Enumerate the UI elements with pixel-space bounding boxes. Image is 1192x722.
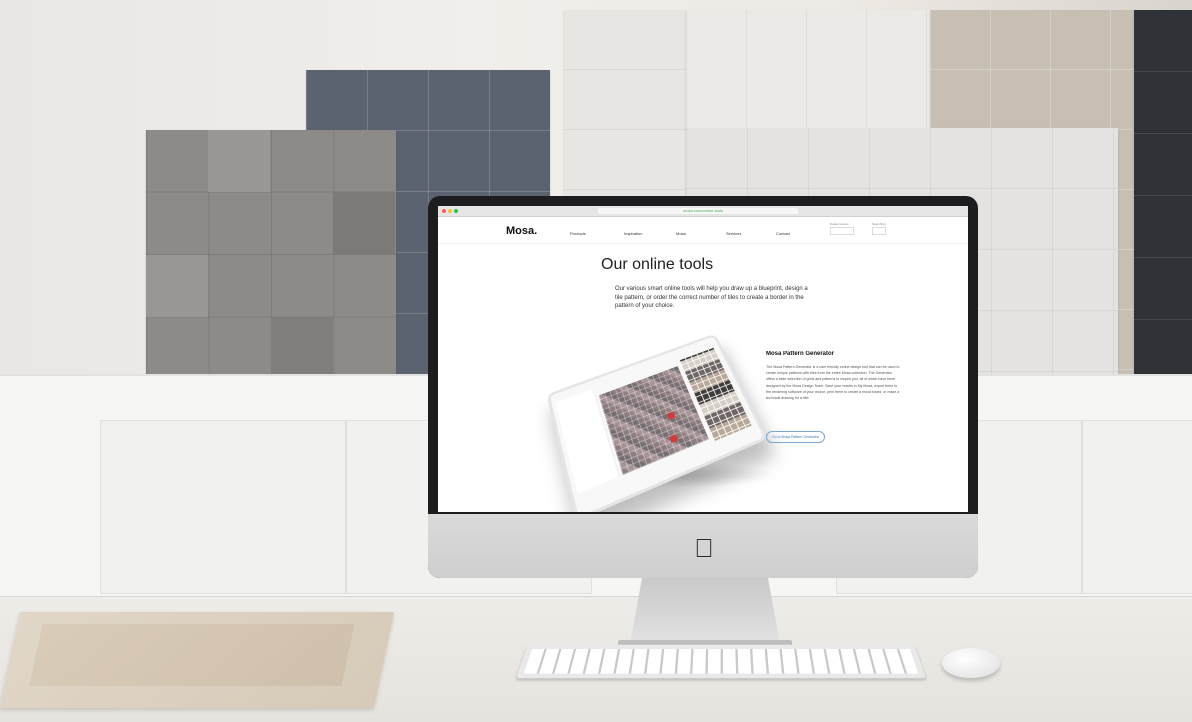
nav-mosa[interactable]: Mosa — [676, 231, 686, 236]
search-label: Searching — [872, 222, 886, 226]
highlighted-tile — [669, 434, 678, 443]
keyboard — [516, 645, 926, 679]
imac-screen: mosa.com/online-tools Mosa. Products Ins… — [438, 206, 968, 512]
tool-description: The Mosa Pattern Generator is a user fri… — [766, 364, 901, 401]
nav-contact[interactable]: Contact — [776, 231, 790, 236]
dealer-locator-input[interactable] — [830, 227, 854, 235]
pattern-generator-button[interactable]: Go to Mosa Pattern Generator — [766, 431, 825, 443]
magic-mouse — [942, 648, 1000, 678]
site-header: Mosa. Products Inspiration Mosa Services… — [438, 217, 968, 244]
highlighted-tile — [667, 411, 676, 419]
wood-tile-sample-top — [29, 624, 354, 686]
page-intro: Our various smart online tools will help… — [615, 285, 815, 311]
brand-logo[interactable]: Mosa. — [506, 225, 537, 237]
tile-panel-gray — [146, 130, 396, 376]
close-dot-icon[interactable] — [442, 209, 446, 213]
url-text: mosa.com/online-tools — [683, 208, 723, 214]
nav-services[interactable]: Services — [726, 231, 741, 236]
tool-title: Mosa Pattern Generator — [766, 351, 834, 357]
search-input[interactable] — [872, 227, 886, 235]
keyboard-keys — [524, 649, 919, 674]
photo-scene:  mosa.com/online-tools Mosa. Products I… — [0, 0, 1192, 722]
page-title: Our online tools — [601, 256, 713, 274]
imac-stand — [630, 578, 780, 644]
address-bar[interactable]: mosa.com/online-tools — [598, 208, 798, 214]
dealer-locator-label: Dealer locator — [830, 222, 849, 226]
cabinet-door — [100, 420, 346, 594]
minimize-dot-icon[interactable] — [448, 209, 452, 213]
tile-panel-white-top — [686, 10, 930, 130]
browser-toolbar: mosa.com/online-tools — [438, 206, 968, 217]
cabinet-door — [1082, 420, 1192, 594]
nav-inspiration[interactable]: Inspiration — [624, 231, 642, 236]
zoom-dot-icon[interactable] — [454, 209, 458, 213]
nav-products[interactable]: Products — [570, 231, 586, 236]
tile-panel-dark — [1134, 10, 1192, 374]
apple-logo-icon:  — [692, 534, 716, 562]
